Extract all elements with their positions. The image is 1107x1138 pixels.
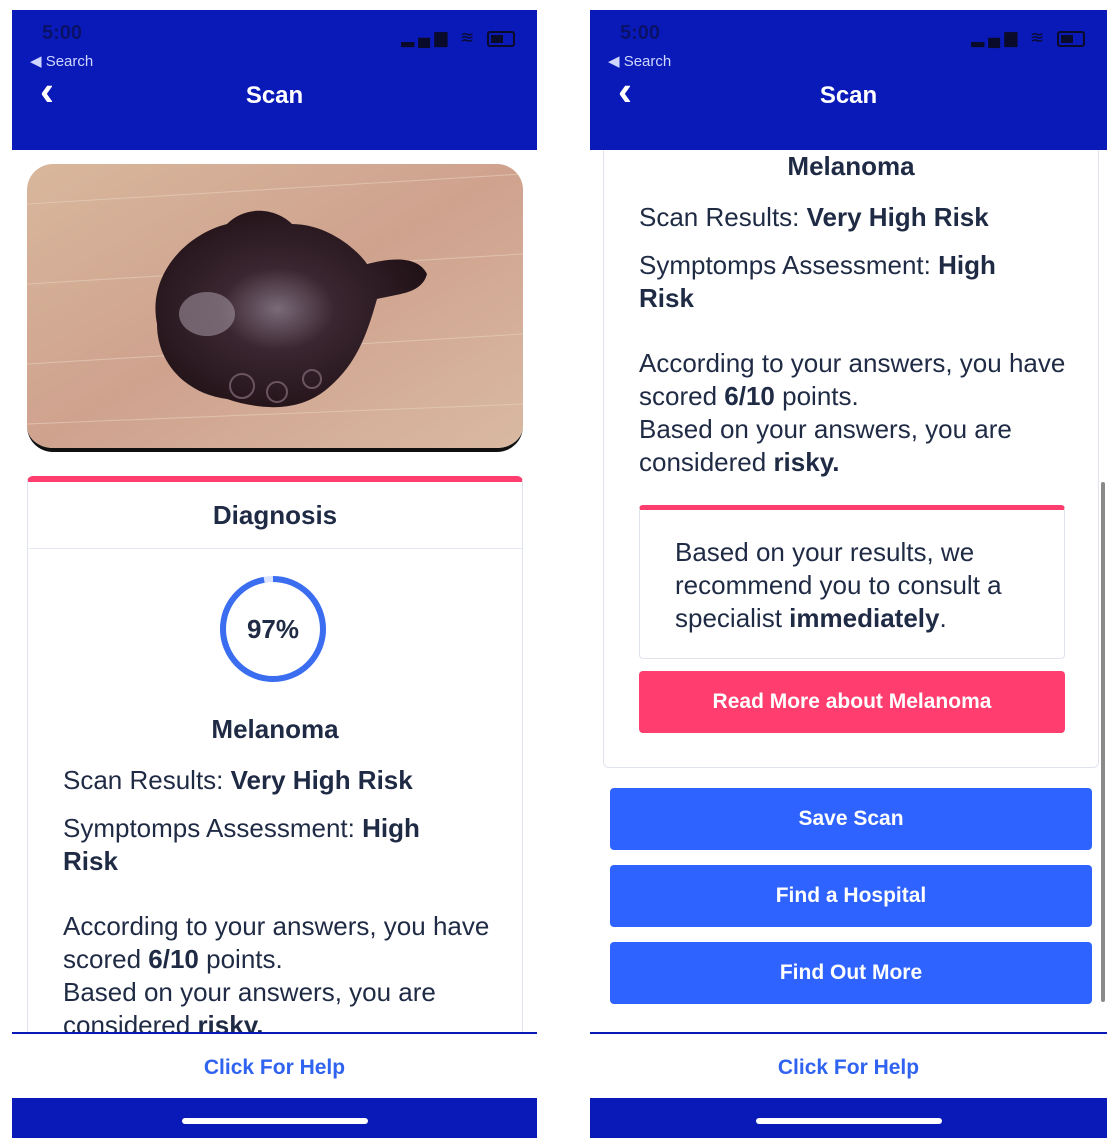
scan-results-line: Scan Results: Very High Risk <box>639 201 1068 234</box>
battery-icon <box>1057 30 1085 47</box>
signal-icon: ▂▄▆ <box>971 28 1022 47</box>
recommendation-suffix: . <box>939 603 947 633</box>
page-title: Scan <box>245 82 304 109</box>
symptoms-value-2: Risk <box>639 283 694 313</box>
top-header: 5:00 ◀ Search ▂▄▆ ≋ ‹ Scan <box>12 10 537 150</box>
symptoms-value-2: Risk <box>63 846 118 876</box>
lesion-image <box>27 164 523 452</box>
scan-results-label: Scan Results: <box>63 765 224 795</box>
battery-icon <box>487 30 515 47</box>
status-time: 5:00 <box>42 22 83 44</box>
scan-results-line: Scan Results: Very High Risk <box>63 764 492 797</box>
symptoms-line: Symptomps Assessment: High Risk <box>63 812 492 878</box>
read-more-button[interactable]: Read More about Melanoma <box>639 671 1065 733</box>
phone-screen-left: 5:00 ◀ Search ▂▄▆ ≋ ‹ Scan Diagnosis 97%… <box>12 10 537 1138</box>
answers-suffix: points. <box>206 944 283 974</box>
symptoms-label: Symptomps Assessment: <box>63 813 355 843</box>
diagnosis-card-title: Diagnosis <box>28 482 522 549</box>
answers-paragraph: According to your answers, you have scor… <box>63 910 492 1042</box>
symptoms-label: Symptomps Assessment: <box>639 250 931 280</box>
answers-paragraph: According to your answers, you have scor… <box>639 347 1068 479</box>
find-out-more-button[interactable]: Find Out More <box>610 942 1092 1004</box>
status-icons: ▂▄▆ ≋ <box>971 28 1085 48</box>
score-value: 6/10 <box>724 381 775 411</box>
answers-suffix: points. <box>782 381 859 411</box>
help-link[interactable]: Click For Help <box>590 1034 1107 1102</box>
diagnosis-name: Melanoma <box>211 714 339 744</box>
scan-results-value: Very High Risk <box>230 765 413 795</box>
wifi-icon: ≋ <box>460 28 479 47</box>
status-icons: ▂▄▆ ≋ <box>401 28 515 48</box>
phone-screen-right: Melanoma Scan Results: Very High Risk Sy… <box>590 10 1107 1138</box>
wifi-icon: ≋ <box>1030 28 1049 47</box>
recommendation-box: Based on your results, we recommend you … <box>639 505 1065 659</box>
scan-results-label: Scan Results: <box>639 202 800 232</box>
page-title: Scan <box>819 82 878 109</box>
scrollbar[interactable] <box>1101 482 1105 1002</box>
home-indicator[interactable] <box>755 1118 942 1124</box>
score-value: 6/10 <box>148 944 199 974</box>
recommendation-emphasis: immediately <box>789 603 940 633</box>
home-indicator[interactable] <box>181 1118 368 1124</box>
find-hospital-button[interactable]: Find a Hospital <box>610 865 1092 927</box>
status-time: 5:00 <box>620 22 661 44</box>
save-scan-button[interactable]: Save Scan <box>610 788 1092 850</box>
risk-word: risky. <box>773 447 840 477</box>
confidence-percent: 97% <box>246 614 300 644</box>
top-header: 5:00 ◀ Search ▂▄▆ ≋ ‹ Scan <box>590 10 1107 150</box>
home-indicator-area <box>590 1098 1107 1138</box>
signal-icon: ▂▄▆ <box>401 28 452 47</box>
recommendation-text: Based on your results, we recommend you … <box>675 536 1039 635</box>
scan-results-value: Very High Risk <box>806 202 989 232</box>
symptoms-line: Symptomps Assessment: High Risk <box>639 249 1068 315</box>
symptoms-value-1: High <box>362 813 420 843</box>
home-indicator-area <box>12 1098 537 1138</box>
help-link[interactable]: Click For Help <box>12 1034 537 1102</box>
symptoms-value-1: High <box>938 250 996 280</box>
diagnosis-name: Melanoma <box>787 151 915 181</box>
